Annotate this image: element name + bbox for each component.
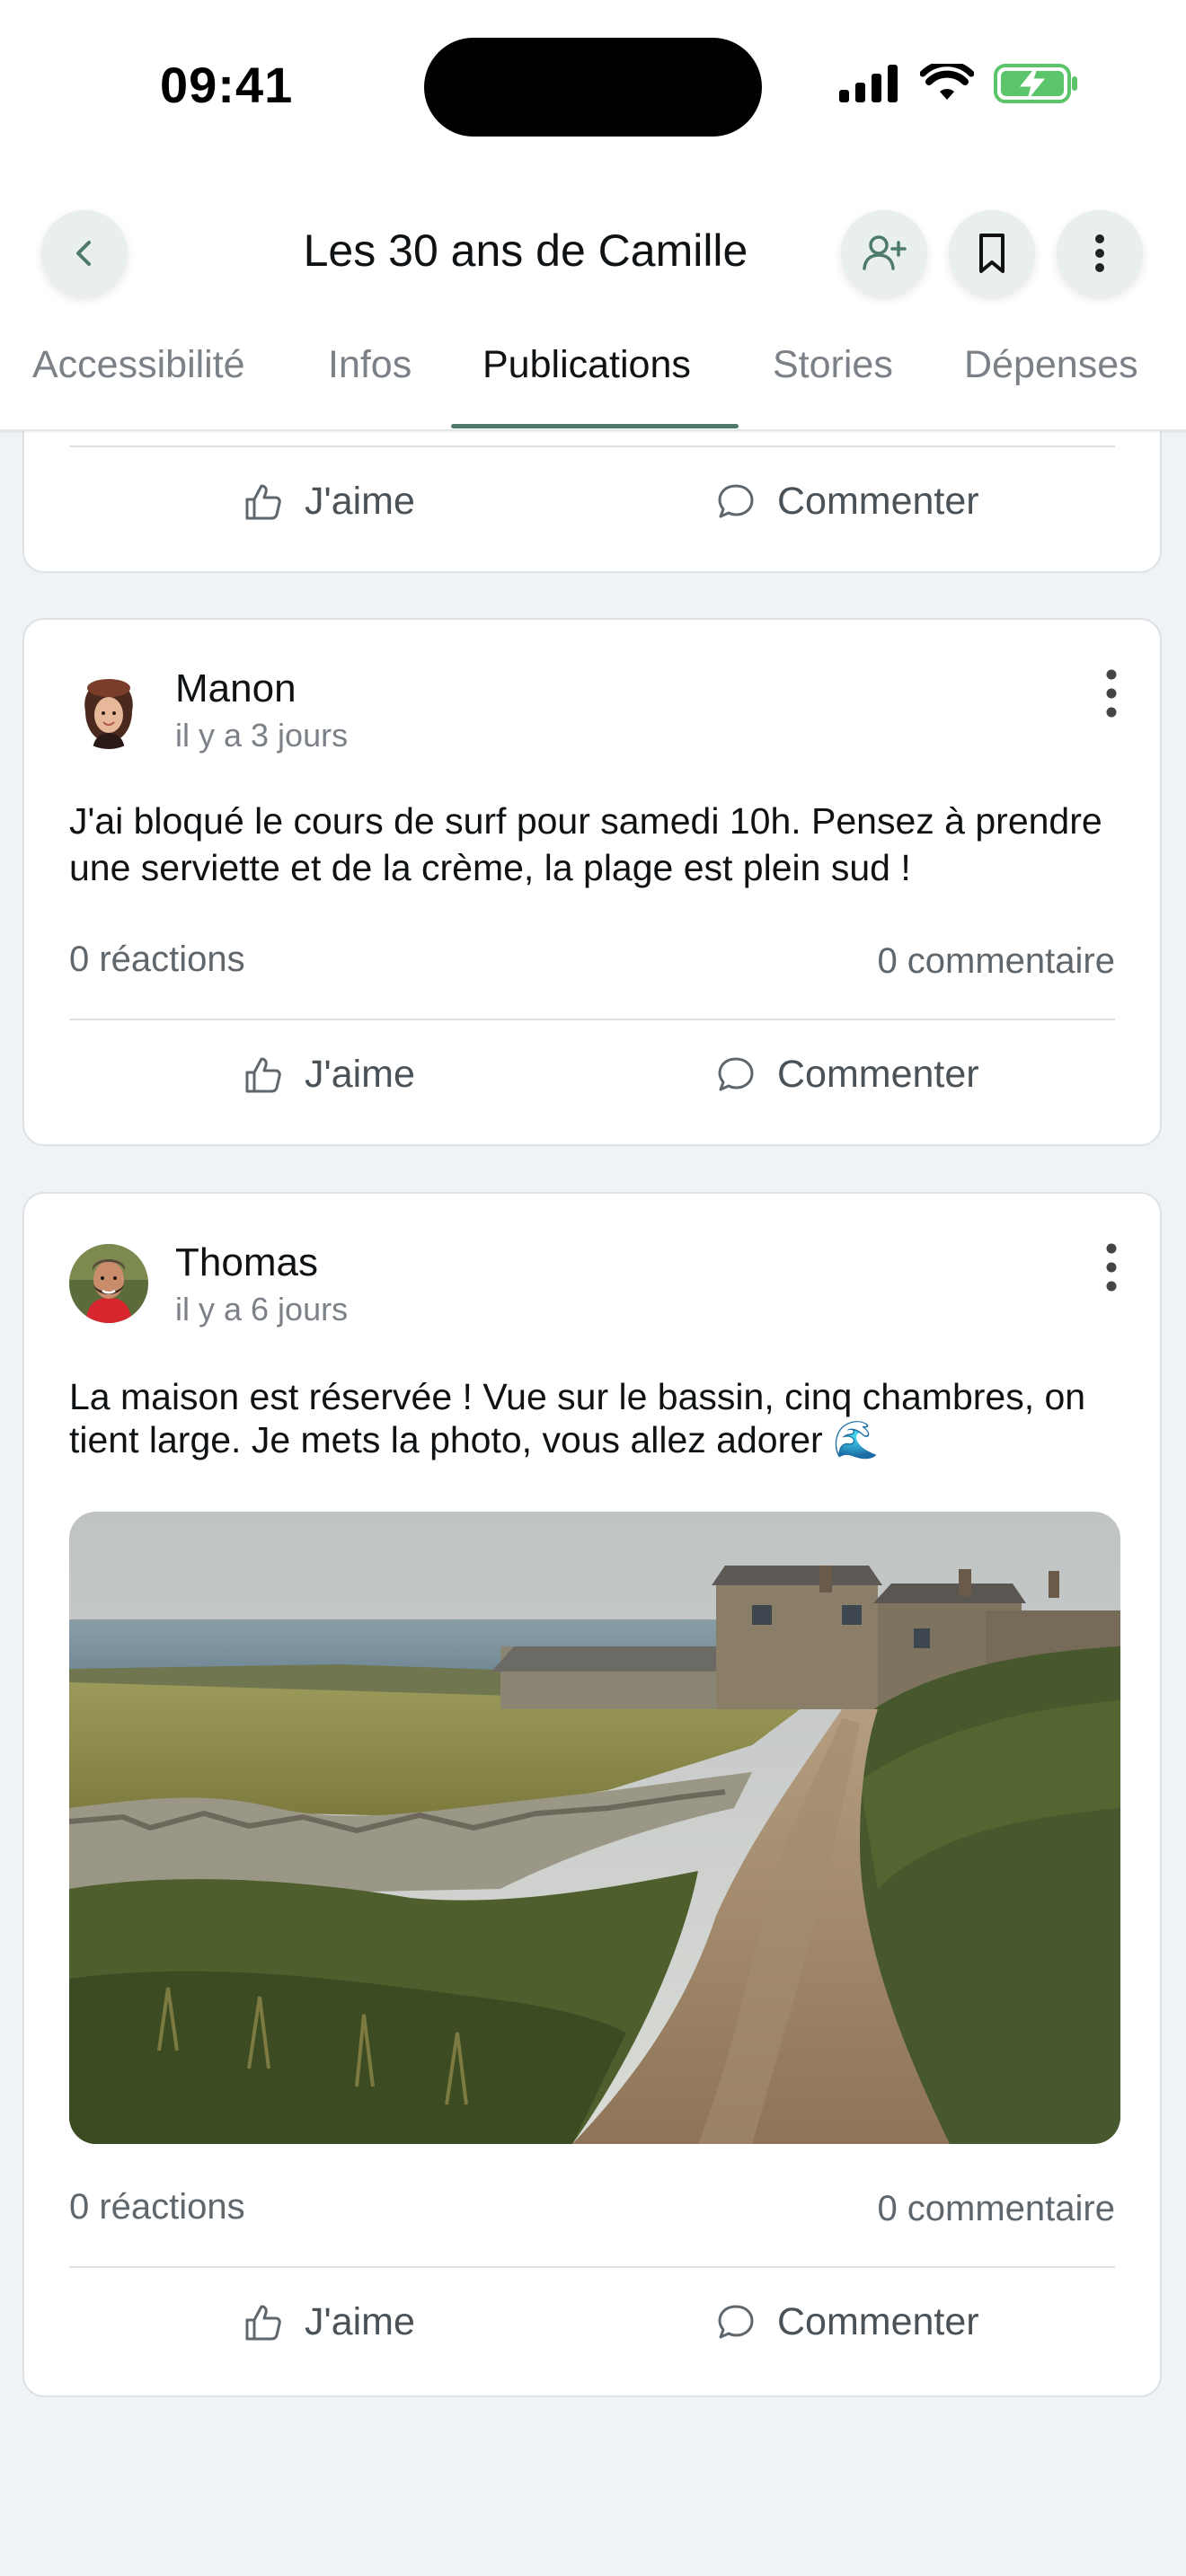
reactions-count[interactable]: 0 réactions — [69, 2187, 245, 2228]
header-divider — [0, 429, 1186, 431]
tab-infos[interactable]: Infos — [328, 343, 412, 387]
avatar[interactable] — [69, 1244, 148, 1323]
add-user-icon — [863, 235, 907, 270]
comment-label: Commenter — [777, 480, 979, 523]
avatar[interactable] — [69, 670, 148, 749]
comments-count[interactable]: 0 commentaire — [877, 2189, 1115, 2229]
post-card: Thomas il y a 6 jours La maison est rése… — [22, 1192, 1162, 2397]
add-member-button[interactable] — [841, 210, 927, 296]
reactions-count[interactable]: 0 réactions — [69, 940, 245, 980]
like-button[interactable]: J'aime — [242, 480, 415, 524]
top-header: 09:41 Les 30 ans de Camille Accessibilit… — [0, 0, 1186, 431]
post-image[interactable] — [69, 1512, 1120, 2144]
post-author[interactable]: Manon — [175, 666, 296, 711]
dynamic-island — [424, 38, 762, 137]
signal-icon — [839, 65, 898, 102]
post-text: J'ai bloqué le cours de surf pour samedi… — [69, 800, 1102, 888]
comment-bubble-icon — [718, 484, 754, 517]
comment-button[interactable]: Commenter — [714, 480, 979, 524]
more-vertical-icon[interactable] — [1102, 1240, 1120, 1294]
comment-bubble-icon — [718, 1057, 754, 1090]
post-divider — [69, 2266, 1115, 2268]
manon-avatar-image — [69, 670, 148, 749]
like-button[interactable]: J'aime — [242, 2300, 415, 2344]
tab-depenses[interactable]: Dépenses — [964, 343, 1138, 387]
status-icons — [839, 63, 1080, 104]
like-label: J'aime — [305, 2300, 415, 2343]
thomas-avatar-image — [69, 1244, 148, 1323]
comments-count[interactable]: 0 commentaire — [877, 941, 1115, 982]
post-text: La maison est réservée ! Vue sur le bass… — [69, 1376, 1086, 1460]
more-vertical-icon[interactable] — [1102, 666, 1120, 720]
status-time: 09:41 — [160, 57, 294, 113]
like-label: J'aime — [305, 1053, 415, 1096]
post-divider — [69, 446, 1115, 447]
thumbs-up-icon — [245, 1057, 281, 1092]
more-vertical-icon — [1095, 234, 1104, 272]
thumbs-up-icon — [245, 2305, 281, 2340]
back-button[interactable] — [41, 210, 128, 296]
page-title: Les 30 ans de Camille — [303, 225, 748, 276]
post-time: il y a 6 jours — [175, 1291, 349, 1328]
thumbs-up-icon — [245, 484, 281, 519]
coastal-village-path-photo — [69, 1512, 1120, 2144]
back-chevron-icon — [76, 241, 91, 266]
battery-charging-icon — [994, 64, 1077, 103]
active-tab-indicator — [451, 424, 739, 428]
comment-label: Commenter — [777, 2300, 979, 2343]
bookmark-button[interactable] — [949, 210, 1035, 296]
comment-bubble-icon — [718, 2305, 754, 2338]
tab-stories[interactable]: Stories — [773, 343, 893, 387]
like-label: J'aime — [305, 480, 415, 523]
tab-accessibilite[interactable]: Accessibilité — [32, 343, 245, 387]
post-divider — [69, 1019, 1115, 1020]
like-button[interactable]: J'aime — [242, 1053, 415, 1097]
comment-button[interactable]: Commenter — [714, 1053, 979, 1097]
tab-bar: Accessibilité Infos Publications Stories… — [0, 332, 1186, 431]
tab-publications[interactable]: Publications — [482, 343, 691, 387]
post-card: Manon il y a 3 jours J'ai bloqué le cour… — [22, 618, 1162, 1146]
post-author[interactable]: Thomas — [175, 1240, 318, 1285]
more-options-button[interactable] — [1057, 210, 1143, 296]
wifi-icon — [920, 64, 974, 100]
comment-label: Commenter — [777, 1053, 979, 1096]
post-time: il y a 3 jours — [175, 717, 349, 754]
comment-button[interactable]: Commenter — [714, 2300, 979, 2344]
bookmark-icon — [979, 234, 1005, 273]
